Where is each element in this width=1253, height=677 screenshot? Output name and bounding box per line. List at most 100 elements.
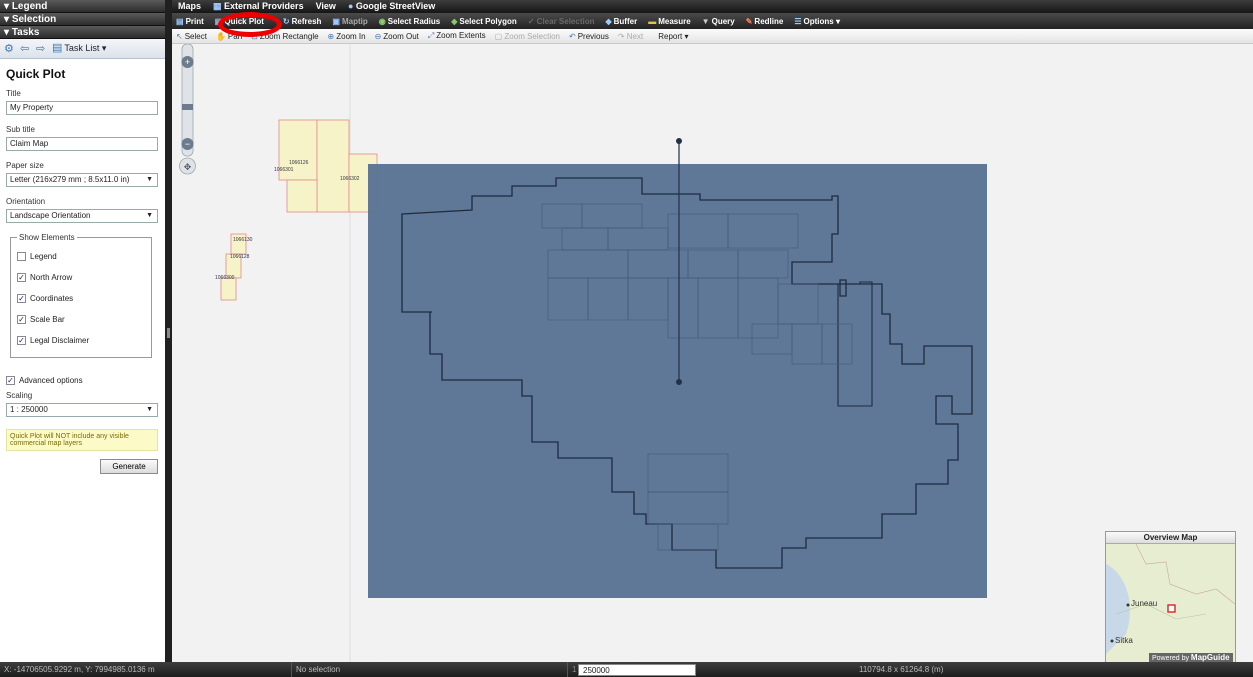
powered-by-label: Powered by — [1152, 655, 1189, 662]
overview-extent-marker — [1167, 604, 1176, 613]
query-button[interactable]: ▼ Query — [702, 17, 735, 26]
menu-google-streetview[interactable]: ● Google StreetView — [348, 0, 435, 13]
zoom-out-label: Zoom Out — [383, 31, 419, 41]
refresh-icon: ↻ — [282, 16, 290, 26]
scaling-select[interactable]: 1 : 250000 ▼ — [6, 403, 158, 417]
menu-maps[interactable]: Maps — [178, 0, 201, 13]
overview-map-canvas[interactable]: Juneau Sitka — [1106, 544, 1235, 662]
legend-checkbox-row[interactable]: Legend — [17, 246, 145, 267]
zoom-extents-icon: ⤢ — [427, 31, 435, 40]
scale-input[interactable]: 250000 — [578, 664, 696, 676]
selection-accordion-label: Selection — [11, 14, 57, 25]
menu-view[interactable]: View — [316, 0, 336, 13]
measure-button[interactable]: ▬ Measure — [648, 17, 690, 26]
menu-external-providers[interactable]: ▦ External Providers — [213, 0, 304, 13]
claim-parcels — [220, 119, 378, 301]
coordinates-checkbox-row[interactable]: ✓ Coordinates — [17, 288, 145, 309]
scaling-value: 1 : 250000 — [10, 405, 48, 414]
refresh-button[interactable]: ↻ Refresh — [283, 17, 322, 26]
extent-readout: 110794.8 x 61264.8 (m) — [859, 665, 944, 674]
legal-disclaimer-checkbox[interactable]: ✓ — [17, 336, 26, 345]
zoom-in-button[interactable]: ⊕ Zoom In — [328, 32, 366, 41]
legend-accordion[interactable]: ▾ Legend — [0, 0, 165, 13]
report-button[interactable]: Report ▾ — [658, 32, 688, 41]
powered-by-badge: Powered by MapGuide — [1149, 653, 1233, 662]
advanced-options-row[interactable]: ✓ Advanced options — [6, 370, 159, 391]
orientation-select[interactable]: Landscape Orientation ▼ — [6, 209, 158, 223]
buffer-label: Buffer — [613, 16, 638, 26]
claim-parcel[interactable] — [316, 119, 350, 213]
select-radius-button[interactable]: ◉ Select Radius — [379, 17, 440, 26]
coordinates-checkbox[interactable]: ✓ — [17, 294, 26, 303]
overview-map[interactable]: Overview Map Juneau Sitka — [1105, 531, 1236, 662]
subtitle-input[interactable]: Claim Map — [6, 137, 158, 151]
tasks-accordion[interactable]: ▾ Tasks — [0, 26, 165, 39]
scale-bar-checkbox[interactable]: ✓ — [17, 315, 26, 324]
print-button[interactable]: ▤ Print — [176, 17, 204, 26]
advanced-options-label: Advanced options — [19, 376, 83, 385]
maptip-button[interactable]: ▣ Maptip — [332, 17, 367, 26]
north-arrow-checkbox-label: North Arrow — [30, 273, 73, 282]
select-polygon-icon: ◈ — [451, 16, 458, 26]
legal-disclaimer-checkbox-row[interactable]: ✓ Legal Disclaimer — [17, 330, 145, 351]
cursor-icon: ↖ — [176, 31, 183, 41]
paper-size-select[interactable]: Letter (216x279 mm ; 8.5x11.0 in) ▼ — [6, 173, 158, 187]
select-polygon-button[interactable]: ◈ Select Polygon — [451, 17, 517, 26]
claim-label: 1066128 — [230, 254, 250, 260]
scale-bar-checkbox-row[interactable]: ✓ Scale Bar — [17, 309, 145, 330]
orientation-label: Orientation — [6, 197, 46, 206]
options-button[interactable]: ☰ Options ▾ — [794, 17, 840, 26]
advanced-options-checkbox[interactable]: ✓ — [6, 376, 15, 385]
zoom-in-label: Zoom In — [336, 31, 366, 41]
zoom-selection-button[interactable]: ▢ Zoom Selection — [495, 32, 560, 41]
selection-status: No selection — [292, 662, 568, 677]
zoom-extents-button[interactable]: ⤢ Zoom Extents — [428, 31, 486, 41]
quick-plot-form: Quick Plot Title My Property Sub title C… — [0, 59, 165, 482]
menu-google-streetview-label: Google StreetView — [355, 1, 436, 11]
maptip-label: Maptip — [341, 16, 368, 26]
redline-icon: ✎ — [745, 16, 753, 26]
chevron-down-icon: ▼ — [146, 406, 153, 413]
clear-selection-button[interactable]: ✓ Clear Selection — [528, 17, 595, 26]
task-list-button[interactable]: ▤ Task List ▾ — [52, 43, 106, 54]
printer-icon: ▤ — [176, 16, 184, 26]
claim-label: 1066300 — [215, 275, 235, 281]
claim-parcel[interactable] — [220, 277, 237, 301]
home-icon[interactable]: ⚙ — [4, 43, 14, 54]
select-tool-button[interactable]: ↖ Select — [176, 32, 207, 41]
options-label: Options — [803, 16, 834, 26]
zoom-extents-label: Zoom Extents — [436, 31, 486, 40]
legend-checkbox[interactable] — [17, 252, 26, 261]
zoom-thumb[interactable] — [182, 104, 193, 110]
forward-arrow-icon[interactable]: ⇨ — [36, 43, 46, 54]
map-viewport[interactable]: 1066126 1066301 1066302 1066130 1066128 … — [172, 44, 1253, 662]
north-arrow-head-icon — [676, 138, 682, 144]
maptip-icon: ▣ — [332, 16, 340, 26]
refresh-label: Refresh — [291, 16, 322, 26]
north-arrow-checkbox-row[interactable]: ✓ North Arrow — [17, 267, 145, 288]
selection-accordion[interactable]: ▾ Selection — [0, 13, 165, 26]
back-arrow-icon[interactable]: ⇦ — [20, 43, 30, 54]
menu-external-providers-label: External Providers — [224, 1, 304, 11]
svg-text:−: − — [185, 139, 190, 149]
next-label: Next — [626, 31, 644, 41]
north-arrow-checkbox[interactable]: ✓ — [17, 273, 26, 282]
claim-parcel[interactable] — [286, 179, 318, 213]
generate-button[interactable]: Generate — [100, 459, 158, 474]
legend-checkbox-label: Legend — [30, 252, 57, 261]
map-canvas: 1066126 1066301 1066302 1066130 1066128 … — [215, 44, 987, 662]
tasks-accordion-label: Tasks — [11, 27, 40, 38]
panel-splitter[interactable] — [165, 0, 172, 662]
redline-button[interactable]: ✎ Redline — [746, 17, 784, 26]
zoom-slider[interactable]: + − ✥ — [172, 44, 202, 176]
query-label: Query — [711, 16, 735, 26]
clear-selection-icon: ✓ — [527, 16, 537, 26]
overview-place-juneau: Juneau — [1131, 599, 1158, 608]
next-icon: ↷ — [617, 31, 627, 41]
print-label: Print — [185, 16, 204, 26]
buffer-button[interactable]: ◆ Buffer — [605, 17, 637, 26]
title-input[interactable]: My Property — [6, 101, 158, 115]
previous-button[interactable]: ↶ Previous — [569, 32, 609, 41]
next-button[interactable]: ↷ Next — [618, 32, 643, 41]
zoom-out-button[interactable]: ⊖ Zoom Out — [375, 32, 419, 41]
